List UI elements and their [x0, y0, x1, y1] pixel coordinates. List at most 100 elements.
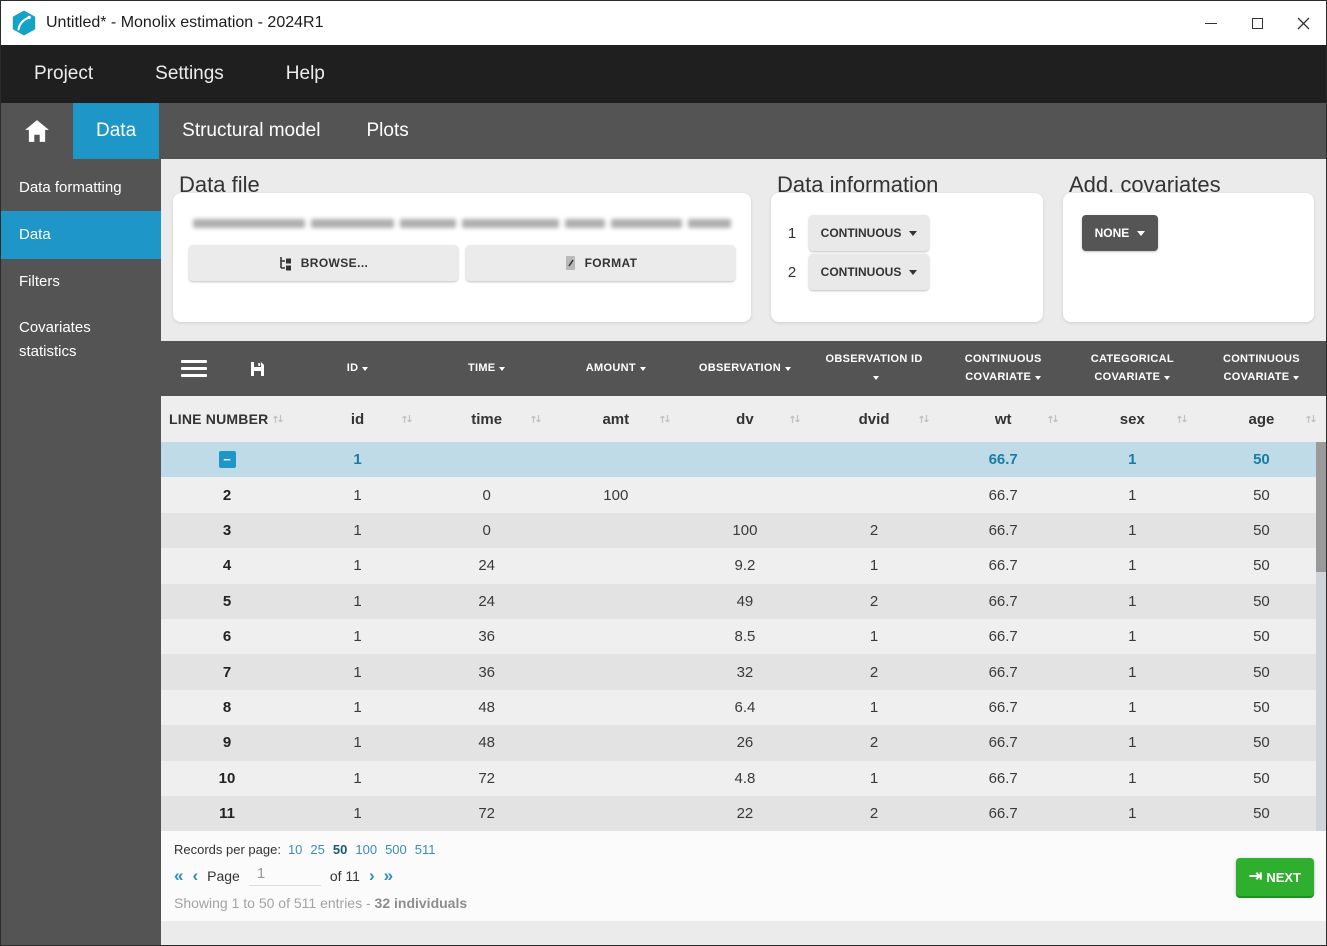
column-tag-continuous-covariate-7[interactable]: CONTINUOUS COVARIATE: [1197, 351, 1326, 386]
sort-icon[interactable]: [530, 413, 542, 425]
column-tag-label: CONTINUOUS COVARIATE: [1222, 352, 1300, 383]
cell-sex: 1: [1128, 451, 1137, 469]
cell-dvid: 2: [869, 734, 879, 752]
minimize-button[interactable]: [1188, 1, 1234, 45]
maximize-button[interactable]: [1234, 1, 1280, 45]
home-tab[interactable]: [1, 103, 73, 159]
collapse-row-icon[interactable]: −: [218, 451, 236, 469]
column-tag-categorical-covariate-6[interactable]: CATEGORICAL COVARIATE: [1068, 351, 1197, 386]
subheader-line-number[interactable]: LINE NUMBER: [161, 411, 293, 427]
prev-page-button[interactable]: ‹: [192, 867, 198, 884]
sort-icon[interactable]: [272, 413, 284, 425]
subheader-wt[interactable]: wt: [939, 411, 1068, 428]
tab-data[interactable]: Data: [73, 103, 160, 159]
table-row: 6 1 36 8.5 1 66.7 1 50: [161, 618, 1326, 655]
cell-wt: 66.7: [988, 805, 1018, 823]
cell-sex: 1: [1128, 734, 1137, 752]
minimize-icon: [1205, 22, 1217, 24]
sort-icon[interactable]: [918, 413, 930, 425]
sort-icon[interactable]: [1305, 413, 1317, 425]
subheader-dv[interactable]: dv: [680, 411, 809, 428]
records-option-25[interactable]: 25: [310, 842, 324, 857]
browse-tree-icon: [279, 256, 291, 270]
data-information-card: 1 CONTINUOUS 2 CONTINUOUS: [771, 193, 1043, 322]
subheader-sex[interactable]: sex: [1068, 411, 1197, 428]
first-page-button[interactable]: «: [174, 867, 183, 884]
menu-item-settings[interactable]: Settings: [155, 63, 224, 85]
last-page-button[interactable]: »: [384, 867, 393, 884]
subheader-age[interactable]: age: [1197, 411, 1326, 428]
records-option-50[interactable]: 50: [333, 842, 347, 857]
sort-icon[interactable]: [401, 413, 413, 425]
table-menu-button[interactable]: [181, 360, 207, 377]
subheader-dvid[interactable]: dvid: [810, 411, 939, 428]
subheader-time[interactable]: time: [422, 411, 551, 428]
subheader-id[interactable]: id: [293, 411, 422, 428]
sidebar-item-filters[interactable]: Filters: [1, 259, 161, 305]
next-page-button[interactable]: ›: [369, 867, 375, 884]
sort-icon[interactable]: [1176, 413, 1188, 425]
chevron-down-icon: [1164, 375, 1171, 380]
column-tag-observation-3[interactable]: OBSERVATION: [680, 360, 809, 378]
next-arrow-icon: ⇥: [1248, 868, 1263, 886]
none-dropdown[interactable]: NONE: [1081, 215, 1158, 251]
scrollbar-thumb[interactable]: [1316, 442, 1326, 572]
records-option-500[interactable]: 500: [385, 842, 407, 857]
cards-row: Data file BROWSE... FORMAT Data informat…: [161, 159, 1326, 322]
cell-wt: 66.7: [988, 557, 1018, 575]
column-tag-label: TIME: [467, 361, 496, 374]
cell-dv: 49: [736, 592, 754, 610]
menu-item-help[interactable]: Help: [286, 63, 325, 85]
records-label: Records per page:: [174, 842, 281, 858]
sort-icon[interactable]: [659, 413, 671, 425]
records-option-511[interactable]: 511: [415, 842, 436, 857]
records-option-10[interactable]: 10: [288, 842, 302, 857]
data-info-row-1: 1 CONTINUOUS: [787, 215, 1027, 251]
subheader-amt[interactable]: amt: [551, 411, 680, 428]
data-file-path-redacted: [193, 219, 731, 228]
chevron-down-icon: [1293, 375, 1300, 380]
sidebar-item-covariates-statistics[interactable]: Covariates statistics: [1, 305, 161, 375]
showing-entries: Showing 1 to 50 of 511 entries - 32 indi…: [174, 895, 1326, 911]
cell-time: 72: [478, 805, 496, 823]
cell-dv: 22: [736, 805, 754, 823]
continuous-dropdown-1[interactable]: CONTINUOUS: [809, 215, 929, 251]
cell-sex: 1: [1128, 805, 1137, 823]
format-button[interactable]: FORMAT: [466, 245, 735, 281]
menu-item-project[interactable]: Project: [34, 63, 93, 85]
home-icon: [25, 120, 49, 142]
cell-id: 1: [353, 769, 362, 787]
table-row: 7 1 36 32 2 66.7 1 50: [161, 654, 1326, 690]
table-row: 3 1 0 100 2 66.7 1 50: [161, 512, 1326, 549]
column-tag-id-0[interactable]: ID: [293, 360, 422, 378]
browse-button[interactable]: BROWSE...: [189, 245, 458, 281]
next-button[interactable]: ⇥ NEXT: [1235, 858, 1314, 897]
column-tag-amount-2[interactable]: AMOUNT: [551, 360, 680, 378]
sort-icon[interactable]: [789, 413, 801, 425]
cell-id: 1: [353, 805, 362, 823]
chevron-down-icon: [1137, 230, 1146, 236]
sidebar-item-data-formatting[interactable]: Data formatting: [1, 165, 161, 211]
records-option-100[interactable]: 100: [355, 842, 377, 857]
table-body: −1 66.7 1 50 2 1 0 100 66.7 1 50 3 1 0 100 2 66.7 1 50 4 1 24…: [161, 442, 1326, 832]
column-tag-continuous-covariate-5[interactable]: CONTINUOUS COVARIATE: [939, 351, 1068, 386]
sort-icon[interactable]: [1047, 413, 1059, 425]
cell-dv: 8.5: [734, 628, 756, 646]
cell-wt: 66.7: [988, 486, 1018, 504]
cell-id: 1: [353, 486, 362, 504]
vertical-scrollbar[interactable]: [1316, 442, 1326, 832]
chevron-down-icon: [499, 366, 506, 371]
sidebar-item-data[interactable]: Data: [1, 211, 161, 259]
data-information-title: Data information: [777, 172, 939, 197]
cell-dvid: 2: [869, 521, 879, 539]
chevron-down-icon: [1035, 375, 1042, 380]
page-input[interactable]: [248, 865, 321, 887]
close-button[interactable]: [1280, 1, 1326, 45]
tab-structural-model[interactable]: Structural model: [159, 103, 343, 159]
column-tag-time-1[interactable]: TIME: [422, 360, 551, 378]
table-row: 2 1 0 100 66.7 1 50: [161, 477, 1326, 513]
continuous-dropdown-2[interactable]: CONTINUOUS: [809, 254, 929, 290]
column-tag-observation-id-4[interactable]: OBSERVATION ID: [810, 351, 939, 386]
tab-plots[interactable]: Plots: [343, 103, 431, 159]
save-button[interactable]: [249, 361, 265, 377]
